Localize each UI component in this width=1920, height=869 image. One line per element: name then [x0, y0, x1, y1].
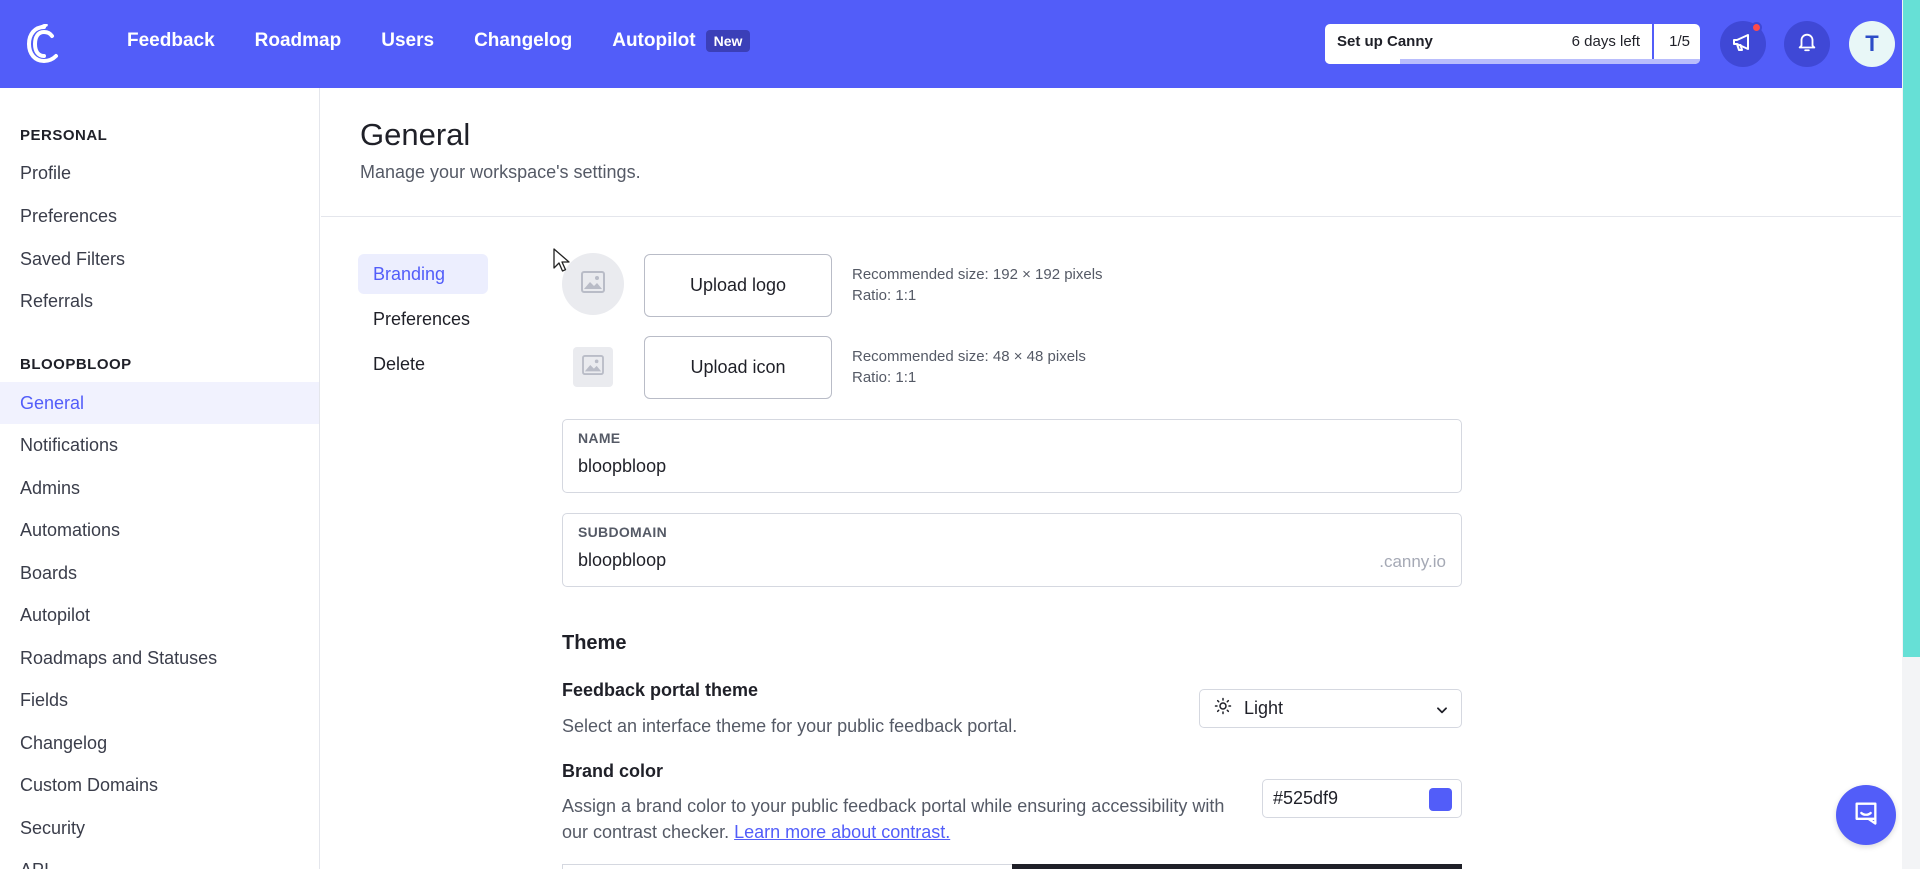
- brand-color-title: Brand color: [562, 761, 664, 781]
- brand-color-swatch[interactable]: [1429, 788, 1452, 811]
- nav-users[interactable]: Users: [381, 30, 434, 52]
- new-badge: New: [705, 30, 751, 52]
- top-nav: Feedback Roadmap Users Changelog Autopil…: [0, 0, 1920, 88]
- notifications-button[interactable]: [1784, 21, 1830, 67]
- subnav-delete[interactable]: Delete: [358, 344, 488, 384]
- theme-heading: Theme: [562, 632, 627, 654]
- name-field-label: NAME: [578, 430, 621, 446]
- bell-icon: [1796, 31, 1818, 58]
- subnav-branding[interactable]: Branding: [358, 254, 488, 294]
- portal-theme-description: Select an interface theme for your publi…: [562, 716, 1018, 736]
- sidebar-heading-workspace: BLOOPBLOOP: [20, 356, 132, 373]
- portal-theme-title: Feedback portal theme: [562, 680, 759, 700]
- settings-sidebar: PERSONAL Profile Preferences Saved Filte…: [0, 88, 320, 869]
- announcements-button[interactable]: [1720, 21, 1766, 67]
- name-field[interactable]: NAME: [562, 419, 1462, 493]
- setup-title: Set up Canny: [1337, 33, 1433, 50]
- general-subnav: Branding Preferences Delete: [358, 254, 488, 389]
- page-subtitle: Manage your workspace's settings.: [360, 162, 641, 182]
- sidebar-item-general[interactable]: General: [0, 382, 319, 424]
- upload-icon-button[interactable]: Upload icon: [644, 336, 832, 399]
- sidebar-item-boards[interactable]: Boards: [0, 552, 319, 594]
- portal-theme-select[interactable]: Light: [1199, 689, 1462, 728]
- sidebar-item-security[interactable]: Security: [0, 807, 319, 849]
- nav-autopilot[interactable]: Autopilot New: [612, 30, 751, 52]
- megaphone-icon: [1731, 30, 1755, 59]
- sidebar-item-fields[interactable]: Fields: [0, 679, 319, 721]
- sidebar-item-custom-domains[interactable]: Custom Domains: [0, 764, 319, 806]
- subdomain-input[interactable]: [578, 550, 1398, 571]
- setup-days-left: 6 days left: [1571, 33, 1640, 50]
- primary-nav: Feedback Roadmap Users Changelog Autopil…: [127, 30, 751, 52]
- portal-theme-value: Light: [1244, 698, 1284, 718]
- announcement-indicator: [1751, 22, 1762, 33]
- image-placeholder-icon: [581, 270, 605, 298]
- logo-rec-ratio: Ratio: 1:1: [852, 287, 917, 304]
- setup-progress-widget[interactable]: Set up Canny 6 days left 1/5: [1325, 24, 1700, 64]
- setup-divider: [1652, 24, 1654, 60]
- nav-changelog[interactable]: Changelog: [474, 30, 572, 52]
- logo-rec-size: Recommended size: 192 × 192 pixels: [852, 266, 1103, 283]
- sidebar-item-profile[interactable]: Profile: [0, 152, 319, 194]
- setup-progress-fill: [1325, 59, 1400, 64]
- sidebar-item-preferences[interactable]: Preferences: [0, 195, 319, 237]
- sun-icon: [1214, 697, 1232, 720]
- brand-color-hex: #525df9: [1273, 788, 1339, 808]
- subdomain-suffix: .canny.io: [1379, 552, 1446, 571]
- icon-rec-ratio: Ratio: 1:1: [852, 369, 917, 386]
- setup-progress-track: [1325, 59, 1700, 64]
- name-input[interactable]: [578, 456, 1398, 477]
- subnav-preferences[interactable]: Preferences: [358, 299, 488, 339]
- icon-rec-size: Recommended size: 48 × 48 pixels: [852, 348, 1086, 365]
- subdomain-field[interactable]: SUBDOMAIN .canny.io: [562, 513, 1462, 587]
- logo-preview: [562, 253, 624, 315]
- sidebar-item-referrals[interactable]: Referrals: [0, 280, 319, 322]
- sidebar-item-admins[interactable]: Admins: [0, 467, 319, 509]
- contrast-preview-dark: [1012, 864, 1462, 869]
- icon-preview: [573, 347, 613, 387]
- page-title: General: [360, 117, 471, 152]
- header-divider: [321, 216, 1901, 217]
- brand-color-description: Assign a brand color to your public feed…: [562, 793, 1252, 845]
- sidebar-item-saved-filters[interactable]: Saved Filters: [0, 238, 319, 280]
- nav-roadmap[interactable]: Roadmap: [255, 30, 342, 52]
- icon-recommendation: Recommended size: 48 × 48 pixels Ratio: …: [852, 346, 1086, 388]
- sidebar-item-roadmaps-and-statuses[interactable]: Roadmaps and Statuses: [0, 637, 319, 679]
- sidebar-item-changelog[interactable]: Changelog: [0, 722, 319, 764]
- setup-step-count: 1/5: [1669, 33, 1690, 50]
- page-scrollbar-thumb[interactable]: [1903, 0, 1920, 657]
- sidebar-item-api[interactable]: API: [0, 849, 319, 869]
- image-placeholder-icon: [582, 354, 604, 380]
- sidebar-item-automations[interactable]: Automations: [0, 509, 319, 551]
- chat-launcher-button[interactable]: [1836, 785, 1896, 845]
- sidebar-heading-personal: PERSONAL: [20, 127, 108, 144]
- brand-color-input[interactable]: #525df9: [1262, 779, 1462, 818]
- subdomain-field-label: SUBDOMAIN: [578, 524, 668, 540]
- canny-logo-icon[interactable]: [26, 23, 62, 64]
- mouse-cursor-icon: [553, 248, 571, 279]
- nav-autopilot-label: Autopilot: [612, 30, 696, 51]
- nav-feedback[interactable]: Feedback: [127, 30, 215, 52]
- chat-icon: [1852, 799, 1880, 832]
- chevron-down-icon: [1435, 701, 1449, 722]
- sidebar-item-autopilot[interactable]: Autopilot: [0, 594, 319, 636]
- avatar[interactable]: T: [1849, 21, 1895, 67]
- sidebar-item-notifications[interactable]: Notifications: [0, 424, 319, 466]
- logo-recommendation: Recommended size: 192 × 192 pixels Ratio…: [852, 264, 1103, 306]
- upload-logo-button[interactable]: Upload logo: [644, 254, 832, 317]
- contrast-learn-more-link[interactable]: Learn more about contrast.: [734, 822, 950, 842]
